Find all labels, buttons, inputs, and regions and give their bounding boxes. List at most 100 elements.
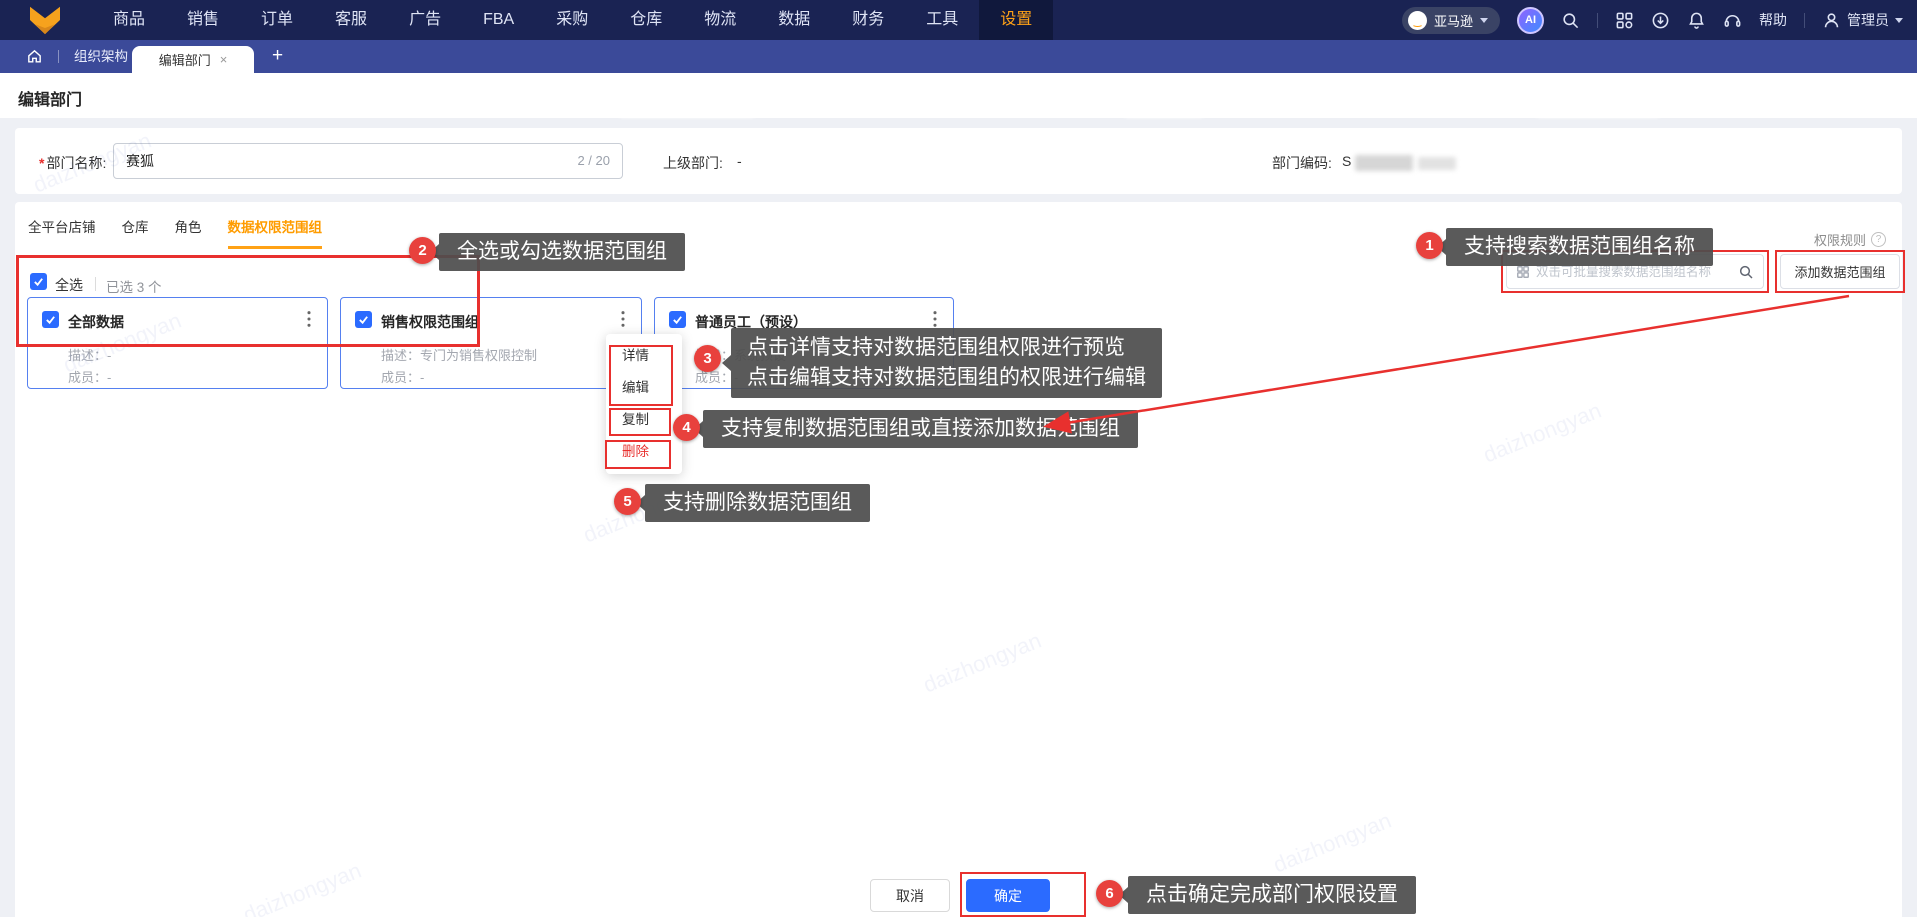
caret-down-icon [1480, 17, 1488, 23]
more-actions-icon[interactable] [616, 310, 630, 328]
card-desc-row: 描述：专门为销售权限控制 [381, 348, 538, 363]
annotation-tooltip-6: 点击确定完成部门权限设置 [1119, 876, 1416, 914]
nav-item-ads[interactable]: 广告 [388, 0, 462, 40]
annotation-tooltip-2: 全选或勾选数据范围组 [430, 233, 685, 271]
annotation-tooltip-1: 支持搜索数据范围组名称 [1437, 228, 1713, 266]
annotation-badge-3: 3 [694, 345, 721, 372]
caret-down-icon [1895, 17, 1903, 23]
dept-name-label: * 部门名称: [39, 155, 107, 171]
nav-item-settings[interactable]: 设置 [979, 0, 1054, 40]
user-icon [1824, 12, 1839, 27]
divider [1804, 12, 1805, 28]
dept-name-input[interactable] [126, 144, 526, 178]
menu-item-details[interactable]: 详情 [606, 340, 682, 372]
card-context-menu: 详情 编辑 复制 删除 [606, 334, 682, 474]
dept-code-value: S [1342, 153, 1352, 169]
nav-item-orders[interactable]: 订单 [240, 0, 314, 40]
card-member-row: 成员：- [381, 370, 425, 385]
marketplace-switcher[interactable]: a 亚马逊 [1401, 6, 1500, 34]
nav-item-warehouse[interactable]: 仓库 [609, 0, 683, 40]
batch-grid-icon [1517, 265, 1529, 278]
search-icon[interactable] [1738, 264, 1754, 280]
card-checkbox[interactable] [42, 311, 59, 328]
divider [1597, 12, 1598, 28]
nav-item-finance[interactable]: 财务 [831, 0, 905, 40]
top-navbar: 商品 销售 订单 客服 广告 FBA 采购 仓库 物流 数据 财务 工具 设置 … [0, 0, 1917, 40]
redacted-code-blur [1418, 157, 1456, 170]
nav-item-purchase[interactable]: 采购 [535, 0, 609, 40]
workspace-tab-bar: 组织架构 编辑部门 × + [0, 40, 1917, 118]
tab-all-platform-stores[interactable]: 全平台店铺 [28, 216, 96, 249]
app-logo-fox-icon[interactable] [26, 5, 64, 35]
select-all-label: 全选 [55, 277, 83, 293]
scope-group-card-all-data: 全部数据 描述：- 成员：- [27, 297, 328, 389]
annotation-badge-1: 1 [1416, 232, 1443, 259]
annotation-badge-5: 5 [614, 488, 641, 515]
help-link[interactable]: 帮助 [1759, 10, 1787, 30]
add-tab-icon[interactable]: + [272, 40, 283, 72]
menu-item-copy[interactable]: 复制 [606, 404, 682, 436]
user-account-menu[interactable]: 管理员 [1822, 10, 1903, 30]
more-actions-icon[interactable] [928, 310, 942, 328]
tooltip-line: 点击详情支持对数据范围组权限进行预览 [747, 336, 1125, 359]
card-member-row: 成员：- [68, 370, 112, 385]
page-title-bar: 编辑部门 [0, 73, 1917, 118]
apps-grid-icon[interactable] [1615, 11, 1634, 30]
search-icon[interactable] [1561, 11, 1580, 30]
tab-role[interactable]: 角色 [175, 216, 202, 249]
selected-count: 已选 3 个 [106, 280, 162, 295]
card-checkbox[interactable] [669, 311, 686, 328]
tab-label: 编辑部门 [158, 53, 211, 68]
tooltip-line: 点击编辑支持对数据范围组的权限进行编辑 [747, 366, 1146, 389]
parent-dept-value: - [737, 153, 742, 169]
nav-item-data[interactable]: 数据 [757, 0, 831, 40]
more-actions-icon[interactable] [302, 310, 316, 328]
annotation-tooltip-3: 点击详情支持对数据范围组权限进行预览 点击编辑支持对数据范围组的权限进行编辑 [722, 328, 1162, 398]
tab-org-structure[interactable]: 组织架构 [74, 40, 128, 73]
navbar-right-cluster: a 亚马逊 AI 帮助 管理员 [1401, 0, 1903, 40]
tab-edit-department-active[interactable]: 编辑部门 × [132, 46, 254, 73]
annotation-tooltip-5: 支持删除数据范围组 [636, 484, 870, 522]
select-all-checkbox[interactable] [30, 273, 47, 290]
home-icon[interactable] [26, 48, 43, 65]
headset-support-icon[interactable] [1723, 11, 1742, 30]
menu-item-delete[interactable]: 删除 [606, 436, 682, 468]
tab-data-permission-scope-group[interactable]: 数据权限范围组 [227, 216, 322, 249]
app-screen: 商品 销售 订单 客服 广告 FBA 采购 仓库 物流 数据 财务 工具 设置 … [0, 0, 1917, 917]
char-counter: 2 / 20 [577, 153, 610, 168]
add-scope-group-button[interactable]: 添加数据范围组 [1780, 254, 1900, 289]
dept-name-input-wrap: 2 / 20 [113, 143, 623, 179]
nav-item-logistics[interactable]: 物流 [683, 0, 757, 40]
cancel-button[interactable]: 取消 [870, 879, 950, 912]
permission-tabs: 全平台店铺 仓库 角色 数据权限范围组 [28, 216, 322, 249]
divider [58, 50, 59, 63]
menu-item-edit[interactable]: 编辑 [606, 372, 682, 404]
redacted-code-blur [1355, 155, 1413, 171]
amazon-icon: a [1407, 10, 1427, 30]
main-menu: 商品 销售 订单 客服 广告 FBA 采购 仓库 物流 数据 财务 工具 设置 [92, 0, 1054, 40]
question-circle-icon[interactable]: ? [1871, 232, 1886, 247]
dept-code-label: 部门编码: [1272, 155, 1332, 171]
card-desc-row: 描述：- [68, 348, 112, 363]
annotation-badge-2: 2 [409, 237, 436, 264]
search-scope-group-input[interactable] [1536, 264, 1732, 279]
close-tab-icon[interactable]: × [220, 52, 228, 67]
nav-item-service[interactable]: 客服 [314, 0, 388, 40]
nav-item-fba[interactable]: FBA [462, 0, 535, 40]
nav-item-products[interactable]: 商品 [92, 0, 166, 40]
nav-item-sales[interactable]: 销售 [166, 0, 240, 40]
card-title: 销售权限范围组 [381, 314, 479, 330]
nav-item-tools[interactable]: 工具 [905, 0, 979, 40]
card-checkbox[interactable] [355, 311, 372, 328]
download-version-icon[interactable] [1651, 11, 1670, 30]
divider [95, 277, 96, 291]
required-mark: * [39, 155, 45, 171]
confirm-button[interactable]: 确定 [966, 879, 1050, 912]
tab-warehouse[interactable]: 仓库 [122, 216, 149, 249]
notification-bell-icon[interactable] [1687, 11, 1706, 30]
parent-dept-label: 上级部门: [663, 155, 723, 171]
scope-group-card-sales: 销售权限范围组 描述：专门为销售权限控制 成员：- [340, 297, 642, 389]
department-form-card: *部门名称: 2 / 20 上级部门: - 部门编码: S [15, 128, 1902, 194]
ai-assistant-button[interactable]: AI [1517, 6, 1544, 34]
marketplace-label: 亚马逊 [1433, 13, 1473, 29]
